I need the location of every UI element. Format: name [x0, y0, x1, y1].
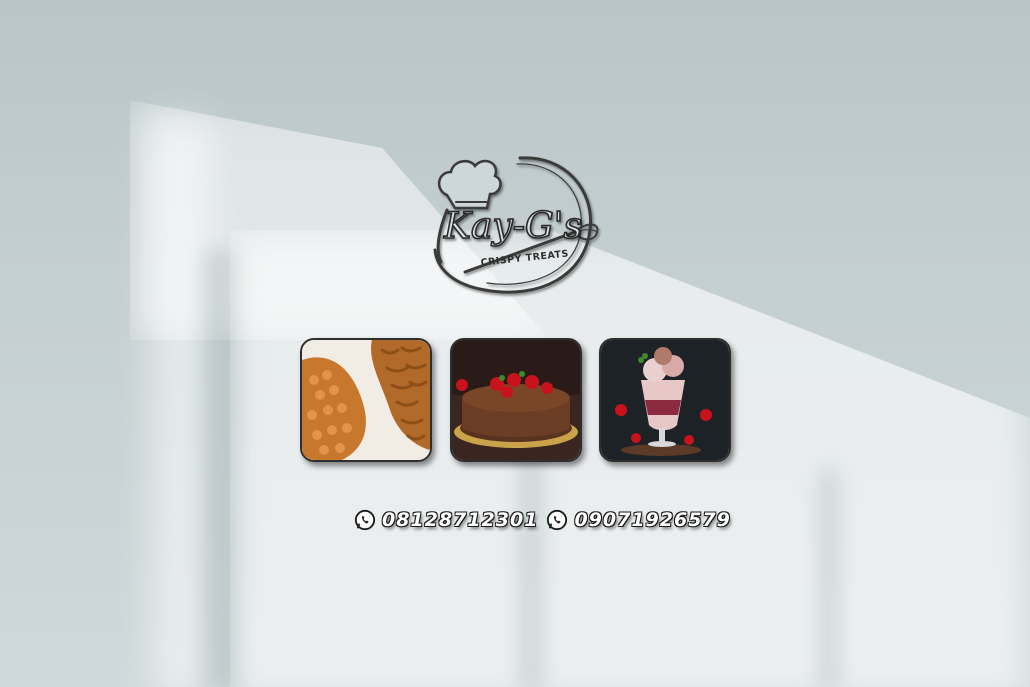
snacks-photo-icon	[302, 340, 430, 460]
chef-hat-whisk-logo-icon: Kay-G's CRISPY TREATS	[433, 156, 599, 294]
brand-name: Kay-G's	[443, 206, 582, 247]
light-streak	[150, 120, 210, 687]
wall-background: Kay-G's CRISPY TREATS 08128712301 090719…	[0, 0, 1030, 687]
cake-photo-icon	[452, 340, 580, 460]
brand-logo: Kay-G's CRISPY TREATS	[425, 150, 605, 305]
sundae-photo	[599, 338, 731, 462]
window-shadow	[520, 440, 542, 687]
window-shadow	[205, 250, 233, 687]
window-shadow	[820, 470, 838, 687]
whatsapp-icon	[354, 509, 376, 531]
whatsapp-icon	[547, 509, 568, 531]
contact-numbers: 08128712301 09071926579	[354, 506, 731, 534]
contact-phone-1[interactable]: 08128712301	[354, 509, 538, 531]
phone-number: 09071926579	[574, 509, 731, 531]
phone-number: 08128712301	[382, 509, 539, 531]
contact-phone-2[interactable]: 09071926579	[546, 509, 730, 531]
sundae-photo-icon	[601, 340, 729, 460]
food-gallery	[300, 338, 731, 462]
snacks-photo	[300, 338, 432, 462]
cake-photo	[450, 338, 582, 462]
